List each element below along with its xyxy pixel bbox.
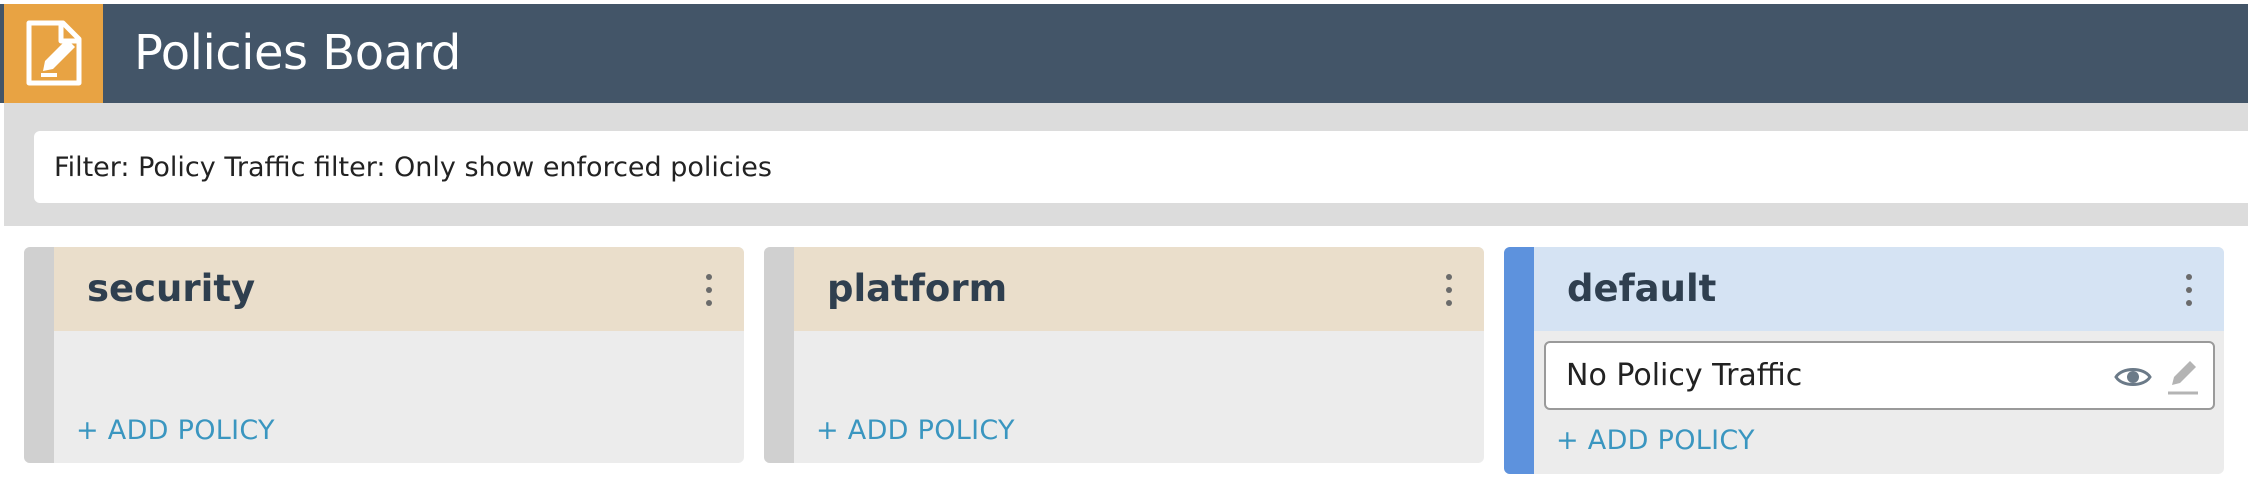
add-policy-button[interactable]: + ADD POLICY: [76, 415, 275, 446]
lane-title: platform: [827, 267, 1008, 310]
lane-stripe: [24, 247, 54, 463]
policy-card[interactable]: No Policy Traffic: [1544, 341, 2215, 410]
policy-name: No Policy Traffic: [1566, 358, 1803, 393]
filter-bar: Filter: Policy Traffic filter: Only show…: [4, 103, 2248, 226]
eye-icon[interactable]: [2114, 364, 2152, 390]
kebab-menu-icon[interactable]: [1444, 274, 1454, 306]
policy-document-icon: [26, 20, 81, 85]
lane-stripe: [764, 247, 794, 463]
pencil-icon[interactable]: [2164, 357, 2200, 397]
lane-title: security: [87, 267, 256, 310]
filter-input[interactable]: Filter: Policy Traffic filter: Only show…: [34, 131, 2248, 203]
lane-security: security + ADD POLICY: [24, 247, 744, 463]
add-policy-button[interactable]: + ADD POLICY: [816, 415, 1015, 446]
lane-platform: platform + ADD POLICY: [764, 247, 1484, 463]
lane-stripe: [1504, 247, 1534, 474]
page-title: Policies Board: [134, 25, 461, 81]
lane-header: default: [1534, 247, 2224, 331]
lane-title: default: [1567, 267, 1717, 310]
add-policy-button[interactable]: + ADD POLICY: [1556, 425, 1755, 456]
lane-default: default No Policy Traffic + ADD POLICY: [1504, 247, 2224, 474]
kebab-menu-icon[interactable]: [704, 274, 714, 306]
kebab-menu-icon[interactable]: [2184, 274, 2194, 306]
app-logo[interactable]: [4, 4, 103, 103]
lane-header: platform: [794, 247, 1484, 331]
top-bar: Policies Board: [0, 4, 2248, 103]
lane-header: security: [54, 247, 744, 331]
